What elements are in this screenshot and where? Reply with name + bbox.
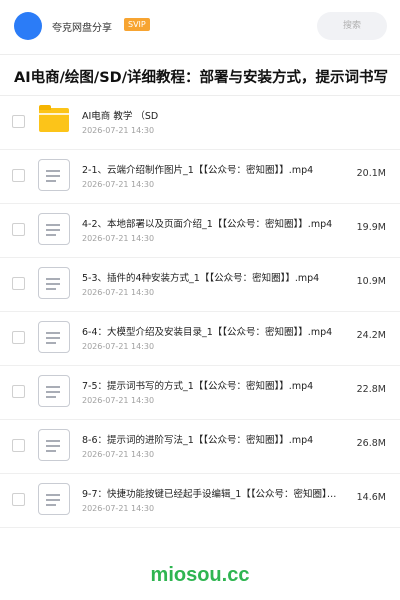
row-checkbox[interactable]	[12, 493, 25, 506]
row-checkbox[interactable]	[12, 331, 25, 344]
watermark: miosou.cc	[150, 564, 250, 586]
folder-icon	[39, 105, 69, 132]
row-checkbox[interactable]	[12, 439, 25, 452]
header-divider	[0, 54, 400, 55]
file-size: 22.8M	[356, 384, 386, 395]
folder-row[interactable]: AI电商 教学 （SD 2026-07-21 14:30	[0, 96, 400, 150]
document-icon	[38, 483, 70, 515]
file-name: 7-5：提示词书写的方式_1【【公众号：密知圈】】.mp4	[82, 381, 314, 392]
file-date: 2026-07-21 14:30	[82, 396, 155, 405]
username: 夸克网盘分享	[52, 23, 112, 34]
document-icon	[38, 429, 70, 461]
document-icon	[38, 375, 70, 407]
file-name: 9-7：快捷功能按键已经起手设编辑_1【【公众号：密知圈】】.mp4	[82, 489, 340, 500]
row-checkbox[interactable]	[12, 223, 25, 236]
row-checkbox[interactable]	[12, 115, 25, 128]
row-checkbox[interactable]	[12, 277, 25, 290]
document-icon	[38, 159, 70, 191]
file-name: AI电商 教学 （SD	[82, 111, 159, 122]
file-row[interactable]: 4-2、本地部署以及页面介绍_1【【公众号：密知圈】】.mp4 2026-07-2…	[0, 204, 400, 258]
file-size: 20.1M	[356, 168, 386, 179]
row-divider	[0, 527, 400, 528]
file-size: 19.9M	[356, 222, 386, 233]
row-checkbox[interactable]	[12, 385, 25, 398]
file-name: 8-6：提示词的进阶写法_1【【公众号：密知圈】】.mp4	[82, 435, 314, 446]
document-icon	[38, 267, 70, 299]
file-date: 2026-07-21 14:30	[82, 504, 155, 513]
file-row[interactable]: 9-7：快捷功能按键已经起手设编辑_1【【公众号：密知圈】】.mp4 2026-0…	[0, 474, 400, 528]
avatar[interactable]	[14, 12, 42, 40]
file-date: 2026-07-21 14:30	[82, 126, 155, 135]
file-date: 2026-07-21 14:30	[82, 180, 155, 189]
document-icon	[38, 213, 70, 245]
svip-badge: SVIP	[124, 18, 150, 31]
document-icon	[38, 321, 70, 353]
file-date: 2026-07-21 14:30	[82, 450, 155, 459]
file-name: 4-2、本地部署以及页面介绍_1【【公众号：密知圈】】.mp4	[82, 219, 333, 230]
file-size: 14.6M	[356, 492, 386, 503]
file-size: 26.8M	[356, 438, 386, 449]
file-size: 24.2M	[356, 330, 386, 341]
page-title: AI电商/绘图/SD/详细教程：部署与安装方式，提示词书写	[14, 70, 388, 86]
file-name: 2-1、云端介绍制作图片_1【【公众号：密知圈】】.mp4	[82, 165, 314, 176]
file-date: 2026-07-21 14:30	[82, 234, 155, 243]
file-row[interactable]: 6-4：大模型介绍及安装目录_1【【公众号：密知圈】】.mp4 2026-07-2…	[0, 312, 400, 366]
file-size: 10.9M	[356, 276, 386, 287]
app-header: 夸克网盘分享 SVIP	[0, 0, 400, 54]
file-date: 2026-07-21 14:30	[82, 288, 155, 297]
file-row[interactable]: 2-1、云端介绍制作图片_1【【公众号：密知圈】】.mp4 2026-07-21 …	[0, 150, 400, 204]
file-date: 2026-07-21 14:30	[82, 342, 155, 351]
file-name: 6-4：大模型介绍及安装目录_1【【公众号：密知圈】】.mp4	[82, 327, 333, 338]
file-row[interactable]: 5-3、插件的4种安装方式_1【【公众号：密知圈】】.mp4 2026-07-21…	[0, 258, 400, 312]
file-name: 5-3、插件的4种安装方式_1【【公众号：密知圈】】.mp4	[82, 273, 320, 284]
file-row[interactable]: 8-6：提示词的进阶写法_1【【公众号：密知圈】】.mp4 2026-07-21 …	[0, 420, 400, 474]
search-input[interactable]	[317, 12, 387, 40]
file-row[interactable]: 7-5：提示词书写的方式_1【【公众号：密知圈】】.mp4 2026-07-21 …	[0, 366, 400, 420]
row-checkbox[interactable]	[12, 169, 25, 182]
